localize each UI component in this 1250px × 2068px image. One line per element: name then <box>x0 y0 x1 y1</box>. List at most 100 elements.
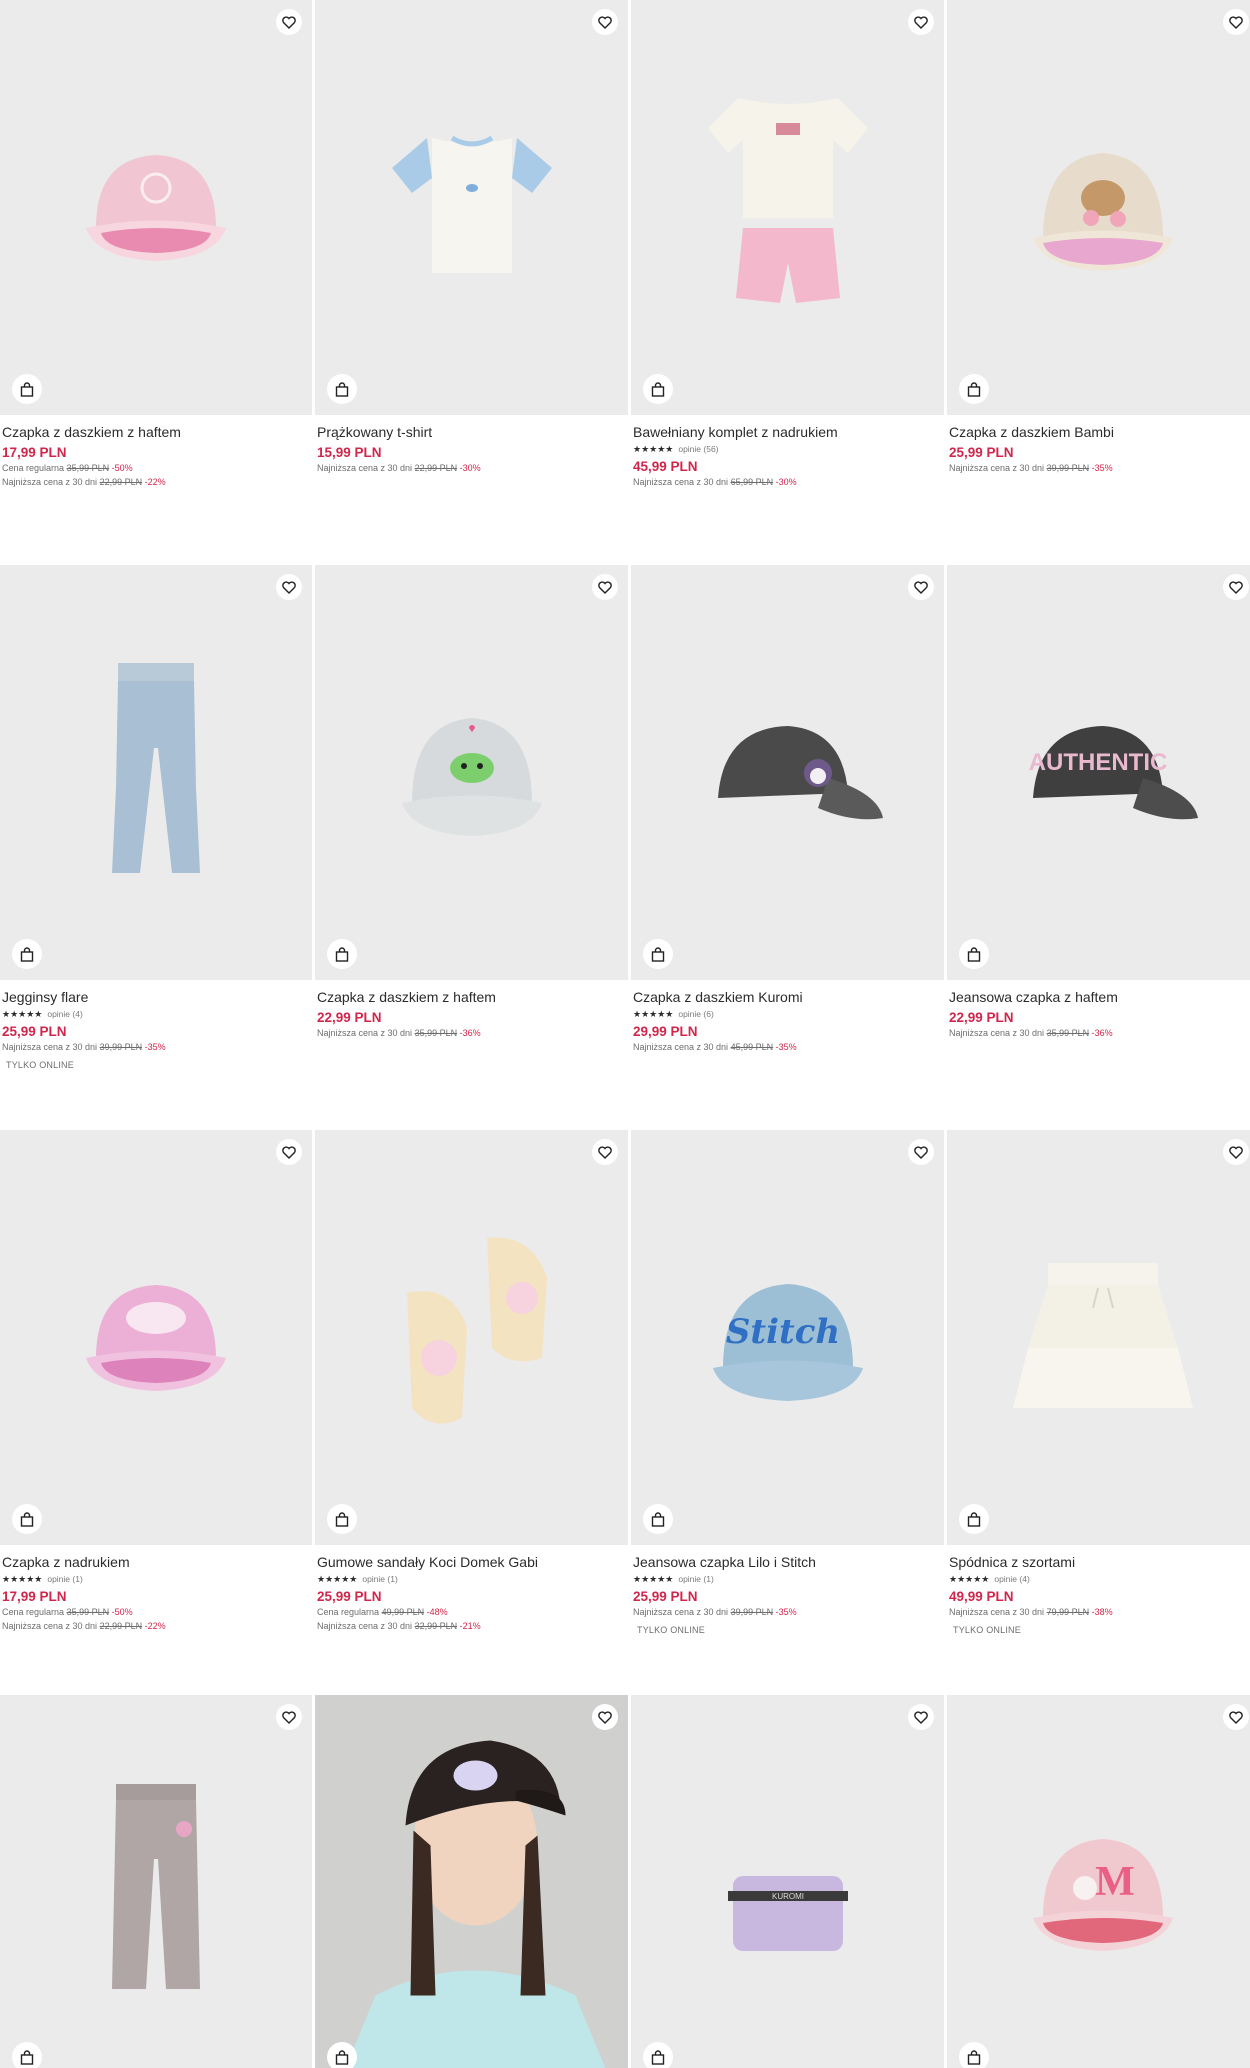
favorite-heart-icon[interactable] <box>908 1704 934 1730</box>
product-name[interactable]: Jeansowa czapka Lilo i Stitch <box>633 1553 942 1571</box>
product-name[interactable]: Czapka z daszkiem z haftem <box>317 988 626 1006</box>
product-image[interactable] <box>315 565 628 980</box>
product-image[interactable] <box>0 0 312 415</box>
product-card[interactable]: Spódnica z szortami ★★★★★ opinie (4) 49,9… <box>947 1130 1250 1695</box>
add-to-bag-icon[interactable] <box>643 2042 673 2068</box>
product-card[interactable]: Czapka z daszkiem z haftem 22,99 PLN Naj… <box>315 565 628 1130</box>
add-to-bag-icon[interactable] <box>643 939 673 969</box>
product-image[interactable]: AUTHENTIC <box>947 565 1250 980</box>
product-price: 22,99 PLN <box>317 1010 382 1025</box>
product-name[interactable]: Gumowe sandały Koci Domek Gabi <box>317 1553 626 1571</box>
product-name[interactable]: Jegginsy flare <box>2 988 310 1006</box>
lowest-price: Najniższa cena z 30 dni 39,99 PLN -35% <box>949 463 1113 473</box>
product-card[interactable]: Czapka z daszkiem Kuromi ★★★★★ opinie (6)… <box>631 565 944 1130</box>
trousers-image <box>112 1783 200 1989</box>
product-card[interactable]: Stitch Jeansowa czapka Lilo i Stitch ★★★… <box>631 1130 944 1695</box>
product-image[interactable]: KUROMI <box>631 1695 944 2068</box>
product-image[interactable] <box>315 1130 628 1545</box>
regular-price: Cena regularna 35,99 PLN -50% <box>2 463 133 473</box>
product-name[interactable]: Jeansowa czapka z haftem <box>949 988 1250 1006</box>
product-image[interactable] <box>315 0 628 415</box>
product-image[interactable] <box>631 0 944 415</box>
product-name[interactable]: Czapka z daszkiem z haftem <box>2 423 310 441</box>
product-card[interactable]: AUTHENTIC Jeansowa czapka z haftem 22,99… <box>947 565 1250 1130</box>
lowest-price: Najniższa cena z 30 dni 32,99 PLN -21% <box>317 1621 481 1631</box>
favorite-heart-icon[interactable] <box>592 1704 618 1730</box>
kuromi-pouch-image: KUROMI <box>727 1876 848 1952</box>
tshirt-image <box>391 135 552 273</box>
product-image[interactable] <box>631 565 944 980</box>
skirt-image <box>1013 1262 1193 1408</box>
product-card[interactable]: KUROMI <box>631 1695 944 2068</box>
favorite-heart-icon[interactable] <box>1223 1139 1249 1165</box>
product-card[interactable]: Bawełniany komplet z nadrukiem ★★★★★ opin… <box>631 0 944 565</box>
lowest-price: Najniższa cena z 30 dni 39,99 PLN -35% <box>2 1042 166 1052</box>
product-name[interactable]: Bawełniany komplet z nadrukiem <box>633 423 942 441</box>
add-to-bag-icon[interactable] <box>327 1504 357 1534</box>
favorite-heart-icon[interactable] <box>908 9 934 35</box>
favorite-heart-icon[interactable] <box>276 9 302 35</box>
product-card[interactable] <box>0 1695 312 2068</box>
favorite-heart-icon[interactable] <box>592 1139 618 1165</box>
product-card[interactable]: M <box>947 1695 1250 2068</box>
favorite-heart-icon[interactable] <box>908 1139 934 1165</box>
product-price: 15,99 PLN <box>317 445 382 460</box>
stars-icon: ★★★★★ <box>949 1574 990 1584</box>
lowest-price: Najniższa cena z 30 dni 45,99 PLN -35% <box>633 1042 797 1052</box>
add-to-bag-icon[interactable] <box>643 374 673 404</box>
add-to-bag-icon[interactable] <box>12 374 42 404</box>
add-to-bag-icon[interactable] <box>12 2042 42 2068</box>
product-image[interactable] <box>0 565 312 980</box>
product-price: 49,99 PLN <box>949 1589 1014 1604</box>
product-image[interactable] <box>315 1695 628 2068</box>
product-name[interactable]: Spódnica z szortami <box>949 1553 1250 1571</box>
product-name[interactable]: Czapka z daszkiem Bambi <box>949 423 1250 441</box>
product-card[interactable]: Jegginsy flare ★★★★★ opinie (4) 25,99 PLN… <box>0 565 312 1130</box>
product-price: 45,99 PLN <box>633 459 698 474</box>
add-to-bag-icon[interactable] <box>643 1504 673 1534</box>
rating: ★★★★★ opinie (1) <box>633 1574 714 1584</box>
add-to-bag-icon[interactable] <box>959 939 989 969</box>
product-card[interactable]: Czapka z daszkiem Bambi 25,99 PLN Najniż… <box>947 0 1250 565</box>
product-card[interactable]: Czapka z daszkiem z haftem 17,99 PLN Cen… <box>0 0 312 565</box>
product-card[interactable]: Czapka z nadrukiem ★★★★★ opinie (1) 17,99… <box>0 1130 312 1695</box>
favorite-heart-icon[interactable] <box>276 1139 302 1165</box>
product-image[interactable] <box>947 0 1250 415</box>
rating: ★★★★★ opinie (4) <box>2 1009 83 1019</box>
product-card[interactable]: Gumowe sandały Koci Domek Gabi ★★★★★ opin… <box>315 1130 628 1695</box>
product-name[interactable]: Czapka z nadrukiem <box>2 1553 310 1571</box>
favorite-heart-icon[interactable] <box>592 9 618 35</box>
product-price: 25,99 PLN <box>949 445 1014 460</box>
product-price: 17,99 PLN <box>2 1589 67 1604</box>
favorite-heart-icon[interactable] <box>276 1704 302 1730</box>
favorite-heart-icon[interactable] <box>1223 574 1249 600</box>
add-to-bag-icon[interactable] <box>12 1504 42 1534</box>
favorite-heart-icon[interactable] <box>276 574 302 600</box>
frog-cap-image <box>401 717 542 836</box>
add-to-bag-icon[interactable] <box>12 939 42 969</box>
product-image[interactable]: Stitch <box>631 1130 944 1545</box>
add-to-bag-icon[interactable] <box>959 2042 989 2068</box>
product-image[interactable]: M <box>947 1695 1250 2068</box>
product-name[interactable]: Prążkowany t-shirt <box>317 423 626 441</box>
add-to-bag-icon[interactable] <box>327 2042 357 2068</box>
artwork-text: AUTHENTIC <box>1029 749 1168 776</box>
product-grid: Czapka z daszkiem z haftem 17,99 PLN Cen… <box>0 0 1250 2068</box>
add-to-bag-icon[interactable] <box>327 939 357 969</box>
stars-icon: ★★★★★ <box>2 1574 43 1584</box>
add-to-bag-icon[interactable] <box>959 374 989 404</box>
product-name[interactable]: Czapka z daszkiem Kuromi <box>633 988 942 1006</box>
product-image[interactable] <box>0 1695 312 2068</box>
girl-with-cap-image <box>315 1695 628 2068</box>
add-to-bag-icon[interactable] <box>327 374 357 404</box>
product-image[interactable] <box>947 1130 1250 1545</box>
add-to-bag-icon[interactable] <box>959 1504 989 1534</box>
product-image[interactable] <box>0 1130 312 1545</box>
product-card[interactable] <box>315 1695 628 2068</box>
favorite-heart-icon[interactable] <box>1223 1704 1249 1730</box>
product-card[interactable]: Prążkowany t-shirt 15,99 PLN Najniższa c… <box>315 0 628 565</box>
stars-icon: ★★★★★ <box>2 1009 43 1019</box>
favorite-heart-icon[interactable] <box>592 574 618 600</box>
favorite-heart-icon[interactable] <box>908 574 934 600</box>
favorite-heart-icon[interactable] <box>1223 9 1249 35</box>
